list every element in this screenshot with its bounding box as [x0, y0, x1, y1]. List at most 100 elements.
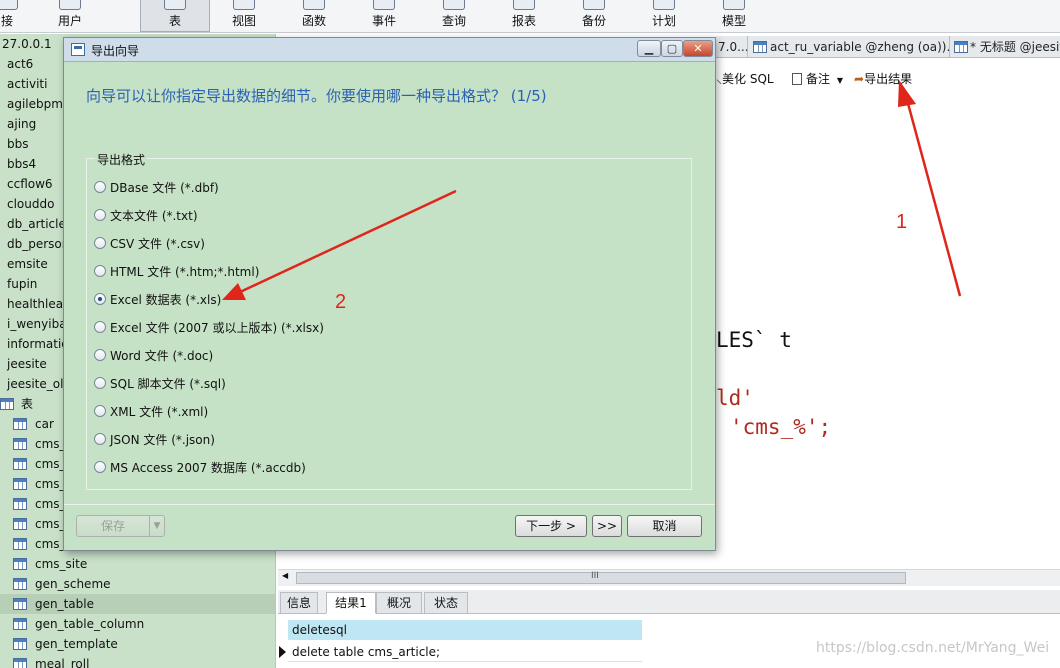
function-icon [303, 0, 325, 10]
option-label: DBase 文件 (*.dbf) [110, 181, 219, 195]
toolbar-label: 表 [168, 14, 181, 28]
table-icon [13, 558, 27, 570]
skip-to-end-button[interactable]: >> [592, 515, 622, 537]
radio-selected[interactable] [94, 293, 106, 305]
table-icon [13, 598, 27, 610]
format-option-doc[interactable]: Word 文件 (*.doc) [94, 345, 494, 365]
schedule-button[interactable]: 计划 [634, 0, 694, 32]
query-icon [954, 41, 968, 53]
backup-button[interactable]: 备份 [564, 0, 624, 32]
event-icon [373, 0, 395, 10]
table-label: cms_ [35, 497, 66, 511]
option-label: JSON 文件 (*.json) [110, 433, 215, 447]
table-label: cms_ [35, 437, 66, 451]
table-button[interactable]: 表 [140, 0, 210, 32]
result-tab-bar: 信息 结果1 概况 状态 [278, 590, 1060, 614]
sql-editor[interactable]: LES` t ld' 'cms_%'; [716, 120, 1060, 568]
option-label: Excel 文件 (2007 或以上版本) (*.xlsx) [110, 321, 324, 335]
report-button[interactable]: 报表 [494, 0, 554, 32]
table-label: cms_ [35, 457, 66, 471]
horizontal-scrollbar[interactable]: ◀ III [278, 569, 1060, 586]
radio[interactable] [94, 433, 106, 445]
beautify-sql-button[interactable]: ⸜美化 SQL [716, 70, 774, 87]
backup-icon [583, 0, 605, 10]
close-icon: ✕ [693, 42, 703, 55]
table-node[interactable]: gen_template [0, 634, 275, 654]
tab-profile[interactable]: 概况 [376, 592, 422, 614]
export-icon: ➦ [854, 72, 865, 86]
radio[interactable] [94, 181, 106, 193]
table-label: gen_table_column [35, 617, 145, 631]
tab-connection[interactable]: 7.0... [716, 36, 748, 58]
table-row[interactable]: delete table cms_article; [288, 642, 642, 662]
radio[interactable] [94, 209, 106, 221]
radio[interactable] [94, 377, 106, 389]
format-option-json[interactable]: JSON 文件 (*.json) [94, 429, 494, 449]
chevron-down-icon[interactable]: ▼ [149, 516, 164, 536]
code-line: 'cms_%'; [730, 415, 832, 439]
view-button[interactable]: 视图 [214, 0, 274, 32]
tab-status[interactable]: 状态 [424, 592, 468, 614]
cancel-button[interactable]: 取消 [627, 515, 702, 537]
radio[interactable] [94, 349, 106, 361]
table-icon [13, 418, 27, 430]
report-icon [513, 0, 535, 10]
format-option-txt[interactable]: 文本文件 (*.txt) [94, 205, 494, 225]
model-button[interactable]: 模型 [704, 0, 764, 32]
column-header[interactable]: deletesql [288, 620, 642, 640]
table-node[interactable]: cms_site [0, 554, 275, 574]
app-icon [71, 43, 85, 56]
scroll-left-icon[interactable]: ◀ [282, 571, 288, 580]
next-button[interactable]: 下一步 > [515, 515, 587, 537]
minimize-button[interactable]: ▁ [637, 40, 661, 57]
export-label: 导出结果 [864, 72, 913, 86]
event-button[interactable]: 事件 [354, 0, 414, 32]
table-icon [13, 478, 27, 490]
table-icon [13, 518, 27, 530]
format-option-sql[interactable]: SQL 脚本文件 (*.sql) [94, 373, 494, 393]
beautify-label: 美化 SQL [722, 72, 774, 86]
format-option-accdb[interactable]: MS Access 2007 数据库 (*.accdb) [94, 457, 494, 477]
editor-tab-bar: 7.0... act_ru_variable @zheng (oa))... *… [716, 36, 1060, 58]
table-node[interactable]: gen_table_column [0, 614, 275, 634]
code-line: ld' [716, 386, 754, 410]
table-icon [13, 458, 27, 470]
radio[interactable] [94, 237, 106, 249]
radio[interactable] [94, 321, 106, 333]
format-option-dbf[interactable]: DBase 文件 (*.dbf) [94, 177, 494, 197]
tab-info[interactable]: 信息 [280, 592, 318, 614]
format-option-xlsx[interactable]: Excel 文件 (2007 或以上版本) (*.xlsx) [94, 317, 494, 337]
connection-button[interactable]: 接 [0, 0, 22, 32]
comment-label: 备注 [806, 72, 831, 86]
export-results-button[interactable]: ➦导出结果 [854, 70, 912, 87]
table-icon [13, 618, 27, 630]
format-option-html[interactable]: HTML 文件 (*.htm;*.html) [94, 261, 494, 281]
function-button[interactable]: 函数 [284, 0, 344, 32]
schedule-icon [653, 0, 675, 10]
format-option-csv[interactable]: CSV 文件 (*.csv) [94, 233, 494, 253]
radio[interactable] [94, 405, 106, 417]
format-option-xml[interactable]: XML 文件 (*.xml) [94, 401, 494, 421]
table-node[interactable]: meal_roll [0, 654, 275, 668]
table-node[interactable]: gen_scheme [0, 574, 275, 594]
save-label: 保存 [100, 519, 125, 533]
query-icon [443, 0, 465, 10]
option-label: XML 文件 (*.xml) [110, 405, 209, 419]
save-button[interactable]: 保存 ▼ [76, 515, 165, 537]
table-node-selected[interactable]: gen_table [0, 594, 275, 614]
tab-result1[interactable]: 结果1 [326, 592, 376, 614]
radio[interactable] [94, 461, 106, 473]
maximize-button[interactable]: ▢ [661, 40, 683, 57]
dialog-titlebar[interactable]: 导出向导 ▁ ▢ ✕ [64, 38, 715, 62]
comment-button[interactable]: 备注 ▼ [792, 70, 843, 87]
scrollbar-thumb[interactable]: III [296, 571, 906, 584]
table-label: gen_scheme [35, 577, 111, 591]
tab-act-ru-variable[interactable]: act_ru_variable @zheng (oa))... [750, 36, 950, 58]
close-button[interactable]: ✕ [683, 40, 713, 57]
table-label: cms_ [35, 477, 66, 491]
tab-untitled-query[interactable]: * 无标题 @jeesite [952, 36, 1060, 58]
radio[interactable] [94, 265, 106, 277]
user-button[interactable]: 用户 [45, 0, 95, 32]
query-button[interactable]: 查询 [424, 0, 484, 32]
format-option-xls[interactable]: Excel 数据表 (*.xls) [94, 289, 494, 309]
